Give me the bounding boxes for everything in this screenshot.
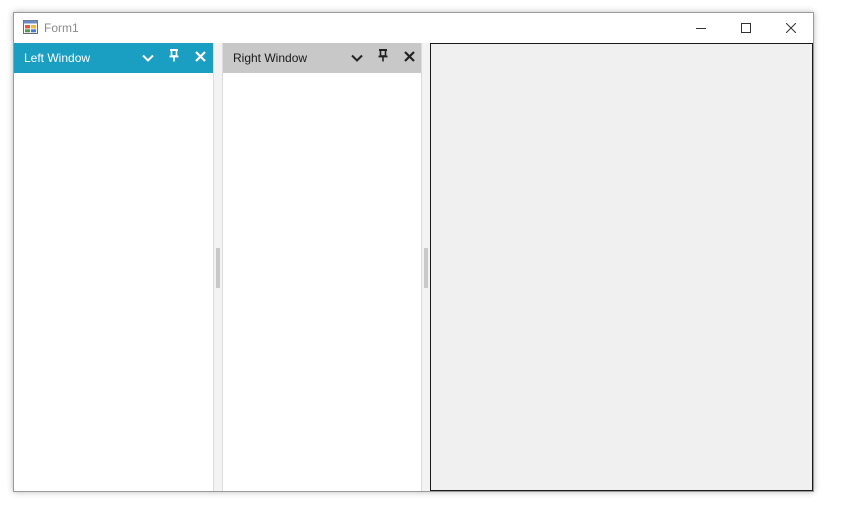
maximize-icon: [740, 22, 751, 33]
window-title: Form1: [44, 21, 79, 35]
left-window-header[interactable]: Left Window: [14, 43, 213, 73]
left-splitter[interactable]: [214, 43, 222, 491]
left-window-dropdown-button[interactable]: [140, 50, 156, 66]
left-window-pin-button[interactable]: [166, 49, 182, 67]
right-window-title: Right Window: [233, 51, 308, 65]
right-splitter[interactable]: [422, 43, 430, 491]
pin-icon: [378, 49, 388, 67]
chevron-down-icon: [351, 49, 363, 67]
splitter-grip[interactable]: [216, 248, 220, 288]
close-window-button[interactable]: [768, 13, 813, 42]
left-docking-window[interactable]: Left Window: [14, 43, 214, 491]
left-window-close-button[interactable]: [192, 50, 208, 66]
right-docking-window[interactable]: Right Window: [222, 43, 422, 491]
chevron-down-icon: [142, 49, 154, 67]
form-window: Form1 Left Window Right Window: [13, 12, 814, 492]
client-area: Left Window Right Window: [14, 43, 813, 491]
document-area[interactable]: [430, 43, 813, 491]
windows-form-icon: [23, 20, 38, 34]
close-icon: [785, 22, 796, 33]
right-window-header[interactable]: Right Window: [223, 43, 421, 73]
pin-icon: [169, 49, 179, 67]
right-window-dropdown-button[interactable]: [349, 50, 365, 66]
splitter-grip[interactable]: [424, 248, 428, 288]
close-icon: [403, 49, 415, 67]
right-window-close-button[interactable]: [401, 50, 417, 66]
minimize-button[interactable]: [678, 13, 723, 42]
right-window-pin-button[interactable]: [375, 49, 391, 67]
close-icon: [194, 49, 206, 67]
minimize-icon: [695, 23, 706, 33]
maximize-button[interactable]: [723, 13, 768, 42]
left-window-title: Left Window: [24, 51, 91, 65]
title-bar[interactable]: Form1: [14, 13, 813, 43]
